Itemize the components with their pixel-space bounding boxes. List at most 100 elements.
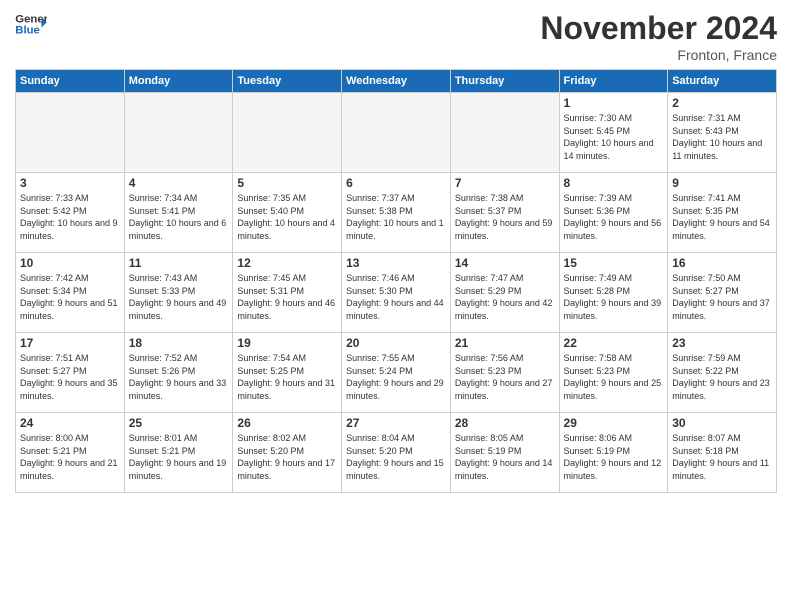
- cell-info: Sunrise: 8:00 AM Sunset: 5:21 PM Dayligh…: [20, 432, 120, 482]
- day-number: 5: [237, 176, 337, 190]
- cell-info: Sunrise: 7:45 AM Sunset: 5:31 PM Dayligh…: [237, 272, 337, 322]
- calendar-cell: 10Sunrise: 7:42 AM Sunset: 5:34 PM Dayli…: [16, 253, 125, 333]
- calendar-cell: [16, 93, 125, 173]
- day-number: 28: [455, 416, 555, 430]
- cell-info: Sunrise: 7:56 AM Sunset: 5:23 PM Dayligh…: [455, 352, 555, 402]
- day-number: 2: [672, 96, 772, 110]
- day-number: 25: [129, 416, 229, 430]
- header-row: Sunday Monday Tuesday Wednesday Thursday…: [16, 70, 777, 93]
- cell-info: Sunrise: 7:47 AM Sunset: 5:29 PM Dayligh…: [455, 272, 555, 322]
- calendar-cell: 15Sunrise: 7:49 AM Sunset: 5:28 PM Dayli…: [559, 253, 668, 333]
- day-number: 26: [237, 416, 337, 430]
- cell-info: Sunrise: 7:38 AM Sunset: 5:37 PM Dayligh…: [455, 192, 555, 242]
- day-number: 11: [129, 256, 229, 270]
- day-number: 27: [346, 416, 446, 430]
- cell-info: Sunrise: 7:41 AM Sunset: 5:35 PM Dayligh…: [672, 192, 772, 242]
- calendar-cell: 20 Sunrise: 7:55 AM Sunset: 5:24 PM Dayli…: [342, 333, 451, 413]
- calendar-cell: [342, 93, 451, 173]
- calendar-cell: 21 Sunrise: 7:56 AM Sunset: 5:23 PM Dayli…: [450, 333, 559, 413]
- month-title: November 2024: [540, 10, 777, 47]
- calendar-cell: 17 Sunrise: 7:51 AM Sunset: 5:27 PM Dayli…: [16, 333, 125, 413]
- week-row-4: 24 Sunrise: 8:00 AM Sunset: 5:21 PM Dayli…: [16, 413, 777, 493]
- calendar-cell: 24 Sunrise: 8:00 AM Sunset: 5:21 PM Dayli…: [16, 413, 125, 493]
- calendar-cell: 9 Sunrise: 7:41 AM Sunset: 5:35 PM Daylig…: [668, 173, 777, 253]
- col-monday: Monday: [124, 70, 233, 93]
- cell-info: Sunrise: 7:34 AM Sunset: 5:41 PM Dayligh…: [129, 192, 229, 242]
- logo-icon: General Blue: [15, 10, 47, 38]
- day-number: 8: [564, 176, 664, 190]
- cell-info: Sunrise: 7:30 AM Sunset: 5:45 PM Dayligh…: [564, 112, 664, 162]
- calendar-cell: 27 Sunrise: 8:04 AM Sunset: 5:20 PM Dayli…: [342, 413, 451, 493]
- calendar-cell: 14 Sunrise: 7:47 AM Sunset: 5:29 PM Dayli…: [450, 253, 559, 333]
- page-container: General Blue November 2024 Fronton, Fran…: [0, 0, 792, 503]
- calendar-table: Sunday Monday Tuesday Wednesday Thursday…: [15, 69, 777, 493]
- day-number: 6: [346, 176, 446, 190]
- cell-info: Sunrise: 7:51 AM Sunset: 5:27 PM Dayligh…: [20, 352, 120, 402]
- col-wednesday: Wednesday: [342, 70, 451, 93]
- calendar-cell: 30 Sunrise: 8:07 AM Sunset: 5:18 PM Dayli…: [668, 413, 777, 493]
- day-number: 12: [237, 256, 337, 270]
- calendar-cell: [450, 93, 559, 173]
- cell-info: Sunrise: 7:54 AM Sunset: 5:25 PM Dayligh…: [237, 352, 337, 402]
- header: General Blue November 2024 Fronton, Fran…: [15, 10, 777, 63]
- cell-info: Sunrise: 7:50 AM Sunset: 5:27 PM Dayligh…: [672, 272, 772, 322]
- cell-info: Sunrise: 7:52 AM Sunset: 5:26 PM Dayligh…: [129, 352, 229, 402]
- calendar-cell: 22 Sunrise: 7:58 AM Sunset: 5:23 PM Dayli…: [559, 333, 668, 413]
- cell-info: Sunrise: 7:37 AM Sunset: 5:38 PM Dayligh…: [346, 192, 446, 242]
- cell-info: Sunrise: 7:31 AM Sunset: 5:43 PM Dayligh…: [672, 112, 772, 162]
- calendar-cell: 4Sunrise: 7:34 AM Sunset: 5:41 PM Daylig…: [124, 173, 233, 253]
- location: Fronton, France: [540, 47, 777, 63]
- calendar-cell: 25 Sunrise: 8:01 AM Sunset: 5:21 PM Dayli…: [124, 413, 233, 493]
- day-number: 18: [129, 336, 229, 350]
- calendar-cell: 12 Sunrise: 7:45 AM Sunset: 5:31 PM Dayli…: [233, 253, 342, 333]
- day-number: 23: [672, 336, 772, 350]
- col-thursday: Thursday: [450, 70, 559, 93]
- cell-info: Sunrise: 8:06 AM Sunset: 5:19 PM Dayligh…: [564, 432, 664, 482]
- cell-info: Sunrise: 7:58 AM Sunset: 5:23 PM Dayligh…: [564, 352, 664, 402]
- svg-text:Blue: Blue: [15, 25, 40, 37]
- title-block: November 2024 Fronton, France: [540, 10, 777, 63]
- cell-info: Sunrise: 7:46 AM Sunset: 5:30 PM Dayligh…: [346, 272, 446, 322]
- calendar-cell: 11 Sunrise: 7:43 AM Sunset: 5:33 PM Dayli…: [124, 253, 233, 333]
- week-row-2: 10Sunrise: 7:42 AM Sunset: 5:34 PM Dayli…: [16, 253, 777, 333]
- day-number: 1: [564, 96, 664, 110]
- cell-info: Sunrise: 7:33 AM Sunset: 5:42 PM Dayligh…: [20, 192, 120, 242]
- cell-info: Sunrise: 8:01 AM Sunset: 5:21 PM Dayligh…: [129, 432, 229, 482]
- calendar-cell: 8 Sunrise: 7:39 AM Sunset: 5:36 PM Daylig…: [559, 173, 668, 253]
- calendar-cell: 29Sunrise: 8:06 AM Sunset: 5:19 PM Dayli…: [559, 413, 668, 493]
- calendar-cell: 7Sunrise: 7:38 AM Sunset: 5:37 PM Daylig…: [450, 173, 559, 253]
- calendar-cell: [124, 93, 233, 173]
- cell-info: Sunrise: 7:35 AM Sunset: 5:40 PM Dayligh…: [237, 192, 337, 242]
- week-row-0: 1 Sunrise: 7:30 AM Sunset: 5:45 PM Daylig…: [16, 93, 777, 173]
- week-row-3: 17 Sunrise: 7:51 AM Sunset: 5:27 PM Dayli…: [16, 333, 777, 413]
- cell-info: Sunrise: 7:55 AM Sunset: 5:24 PM Dayligh…: [346, 352, 446, 402]
- cell-info: Sunrise: 8:02 AM Sunset: 5:20 PM Dayligh…: [237, 432, 337, 482]
- day-number: 9: [672, 176, 772, 190]
- calendar-cell: 16Sunrise: 7:50 AM Sunset: 5:27 PM Dayli…: [668, 253, 777, 333]
- logo: General Blue: [15, 10, 47, 38]
- cell-info: Sunrise: 8:04 AM Sunset: 5:20 PM Dayligh…: [346, 432, 446, 482]
- day-number: 17: [20, 336, 120, 350]
- calendar-cell: 1 Sunrise: 7:30 AM Sunset: 5:45 PM Daylig…: [559, 93, 668, 173]
- calendar-cell: 19Sunrise: 7:54 AM Sunset: 5:25 PM Dayli…: [233, 333, 342, 413]
- calendar-cell: 28 Sunrise: 8:05 AM Sunset: 5:19 PM Dayli…: [450, 413, 559, 493]
- cell-info: Sunrise: 7:43 AM Sunset: 5:33 PM Dayligh…: [129, 272, 229, 322]
- cell-info: Sunrise: 7:59 AM Sunset: 5:22 PM Dayligh…: [672, 352, 772, 402]
- day-number: 24: [20, 416, 120, 430]
- cell-info: Sunrise: 8:07 AM Sunset: 5:18 PM Dayligh…: [672, 432, 772, 482]
- day-number: 20: [346, 336, 446, 350]
- cell-info: Sunrise: 8:05 AM Sunset: 5:19 PM Dayligh…: [455, 432, 555, 482]
- day-number: 22: [564, 336, 664, 350]
- day-number: 10: [20, 256, 120, 270]
- calendar-cell: 23 Sunrise: 7:59 AM Sunset: 5:22 PM Dayli…: [668, 333, 777, 413]
- day-number: 15: [564, 256, 664, 270]
- calendar-cell: 13Sunrise: 7:46 AM Sunset: 5:30 PM Dayli…: [342, 253, 451, 333]
- calendar-cell: 3Sunrise: 7:33 AM Sunset: 5:42 PM Daylig…: [16, 173, 125, 253]
- calendar-cell: 6 Sunrise: 7:37 AM Sunset: 5:38 PM Daylig…: [342, 173, 451, 253]
- cell-info: Sunrise: 7:39 AM Sunset: 5:36 PM Dayligh…: [564, 192, 664, 242]
- day-number: 14: [455, 256, 555, 270]
- day-number: 30: [672, 416, 772, 430]
- day-number: 21: [455, 336, 555, 350]
- calendar-cell: 26 Sunrise: 8:02 AM Sunset: 5:20 PM Dayli…: [233, 413, 342, 493]
- col-tuesday: Tuesday: [233, 70, 342, 93]
